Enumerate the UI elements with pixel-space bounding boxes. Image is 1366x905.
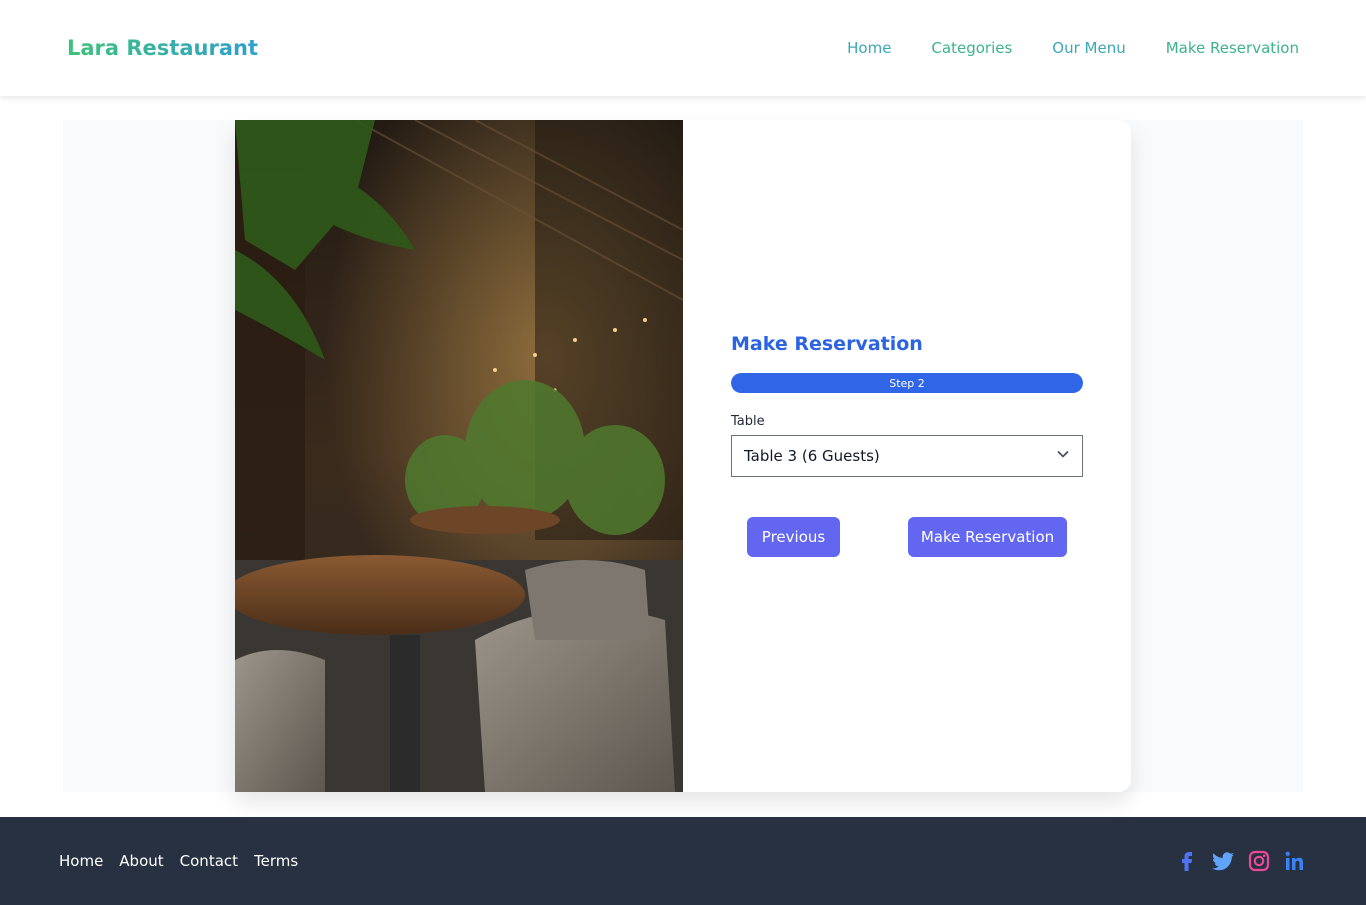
site-footer: Home About Contact Terms	[0, 817, 1366, 905]
reservation-form: Make Reservation Step 2 Table Table 3 (6…	[731, 333, 1083, 557]
nav-home[interactable]: Home	[847, 39, 891, 57]
form-title: Make Reservation	[731, 333, 923, 355]
nav-our-menu[interactable]: Our Menu	[1052, 39, 1125, 57]
site-header: Lara Restaurant Home Categories Our Menu…	[0, 0, 1366, 96]
chevron-down-icon	[1056, 447, 1070, 465]
form-buttons: Previous Make Reservation	[731, 517, 1083, 557]
twitter-icon[interactable]	[1211, 849, 1235, 873]
main-nav: Home Categories Our Menu Make Reservatio…	[847, 39, 1299, 57]
table-field-label: Table	[731, 414, 765, 429]
footer-link-terms[interactable]: Terms	[254, 852, 298, 870]
make-reservation-button[interactable]: Make Reservation	[908, 517, 1067, 557]
previous-button[interactable]: Previous	[747, 517, 840, 557]
footer-link-about[interactable]: About	[119, 852, 163, 870]
nav-categories[interactable]: Categories	[931, 39, 1012, 57]
facebook-icon[interactable]	[1175, 849, 1199, 873]
step-progress-fill: Step 2	[731, 373, 1083, 393]
social-links	[1175, 849, 1307, 873]
table-select[interactable]: Table 3 (6 Guests)	[731, 435, 1083, 477]
footer-link-contact[interactable]: Contact	[180, 852, 238, 870]
footer-links: Home About Contact Terms	[59, 852, 298, 870]
nav-make-reservation[interactable]: Make Reservation	[1166, 39, 1299, 57]
restaurant-photo	[235, 120, 683, 792]
brand-logo[interactable]: Lara Restaurant	[67, 36, 258, 60]
footer-link-home[interactable]: Home	[59, 852, 103, 870]
reservation-card: Make Reservation Step 2 Table Table 3 (6…	[235, 120, 1131, 792]
step-progress-bar: Step 2	[731, 373, 1083, 393]
step-progress-label: Step 2	[889, 376, 925, 390]
instagram-icon[interactable]	[1247, 849, 1271, 873]
table-select-value: Table 3 (6 Guests)	[744, 447, 880, 465]
linkedin-icon[interactable]	[1283, 849, 1307, 873]
